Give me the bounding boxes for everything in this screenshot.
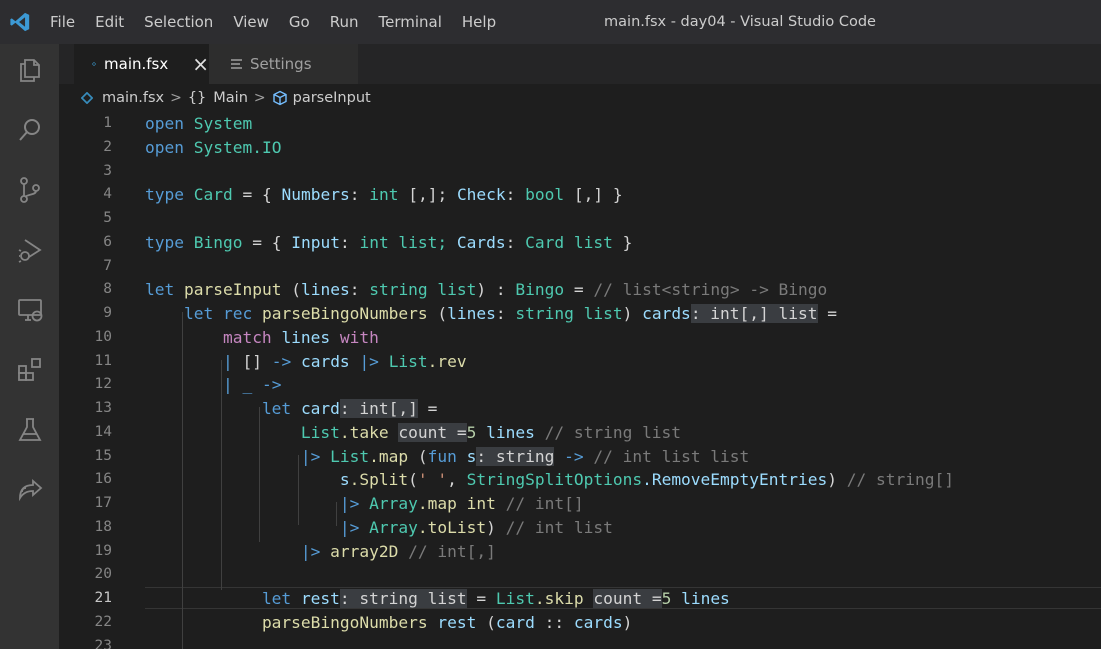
- type-hint: : int[,] list: [690, 304, 818, 323]
- source-control-icon[interactable]: [0, 166, 59, 214]
- parameter-hint: count =: [593, 589, 662, 608]
- code-line[interactable]: let rec parseBingoNumbers (lines: string…: [184, 302, 837, 326]
- vscode-logo-icon[interactable]: [0, 0, 40, 44]
- code-line[interactable]: |> Array.toList) // int list: [340, 516, 613, 540]
- code-line[interactable]: let card: int[,] =: [262, 397, 437, 421]
- menu-run[interactable]: Run: [320, 0, 369, 44]
- type-hint: : int[,]: [339, 399, 418, 418]
- tab-bar: main.fsx × Settings: [59, 44, 1101, 84]
- line-number: 9: [103, 305, 112, 321]
- line-number: 11: [94, 352, 112, 369]
- menu-bar: File Edit Selection View Go Run Terminal…: [40, 0, 506, 44]
- line-number: 19: [94, 542, 112, 559]
- line-number-gutter: 1 2 3 4 5 6 7 8 9 10 11 12 13 14 15 16 1…: [59, 112, 123, 649]
- line-number: 15: [94, 447, 112, 464]
- extensions-icon[interactable]: [0, 346, 59, 394]
- code-line[interactable]: type Bingo = { Input: int list; Cards: C…: [145, 231, 632, 255]
- code-line[interactable]: List.take count =5 lines // string list: [301, 421, 681, 445]
- parameter-hint: count =: [398, 422, 467, 442]
- code-line[interactable]: s.Split(' ', StringSplitOptions.RemoveEm…: [340, 468, 954, 492]
- code-editor[interactable]: 1 2 3 4 5 6 7 8 9 10 11 12 13 14 15 16 1…: [59, 112, 1101, 649]
- line-number: 18: [94, 518, 112, 535]
- menu-edit[interactable]: Edit: [85, 0, 134, 44]
- settings-file-icon: [231, 59, 242, 69]
- line-number: 1: [103, 115, 112, 131]
- menu-terminal[interactable]: Terminal: [369, 0, 452, 44]
- window-title: main.fsx - day04 - Visual Studio Code: [604, 14, 876, 30]
- menu-file[interactable]: File: [40, 0, 85, 44]
- fsharp-file-icon: [92, 61, 97, 67]
- breadcrumb: main.fsx > {} Main > parseInput: [59, 84, 1101, 112]
- line-number: 12: [94, 376, 112, 393]
- menu-selection[interactable]: Selection: [134, 0, 223, 44]
- line-number: 8: [103, 281, 112, 298]
- activity-bar: [0, 44, 59, 649]
- tab-settings[interactable]: Settings: [209, 44, 358, 84]
- line-number: 21: [94, 590, 112, 606]
- indent-guide: [221, 360, 222, 590]
- line-number: 4: [103, 186, 112, 203]
- remote-explorer-icon[interactable]: [0, 286, 59, 334]
- menu-view[interactable]: View: [223, 0, 279, 44]
- line-number: 23: [94, 637, 112, 649]
- code-line[interactable]: let parseInput (lines: string list) : Bi…: [145, 278, 827, 302]
- line-number: 3: [103, 162, 112, 179]
- menu-help[interactable]: Help: [452, 0, 506, 44]
- breadcrumb-separator: >: [253, 90, 266, 106]
- breadcrumb-file[interactable]: main.fsx: [81, 90, 164, 106]
- line-number: 5: [103, 210, 112, 226]
- code-line[interactable]: |> List.map (fun s: string -> // int lis…: [301, 445, 749, 469]
- code-line[interactable]: |> Array.map int // int[]: [340, 492, 584, 516]
- breadcrumb-namespace[interactable]: {} Main: [188, 90, 248, 106]
- code-line[interactable]: | [] -> cards |> List.rev: [223, 350, 467, 374]
- line-number: 13: [94, 400, 112, 416]
- breadcrumb-symbol[interactable]: parseInput: [272, 90, 371, 106]
- code-line[interactable]: match lines with: [223, 326, 379, 350]
- code-line[interactable]: parseBingoNumbers rest (card :: cards): [262, 611, 632, 635]
- indent-guide: [182, 312, 183, 649]
- type-hint: : string list: [339, 589, 467, 608]
- type-hint: : string: [476, 446, 555, 466]
- indent-guide: [336, 502, 337, 526]
- code-line-current[interactable]: let rest: string list = List.skip count …: [262, 587, 730, 611]
- code-line[interactable]: | _ ->: [223, 373, 282, 397]
- tab-label: Settings: [250, 55, 312, 73]
- tab-main-fsx[interactable]: main.fsx ×: [74, 44, 209, 84]
- line-number: 2: [103, 138, 112, 155]
- line-number: 6: [103, 233, 112, 250]
- fsharp-file-icon: [81, 92, 93, 104]
- method-cube-icon: [272, 90, 287, 106]
- code-line[interactable]: open System: [145, 112, 252, 136]
- indent-guide: [259, 407, 260, 542]
- line-number: 20: [94, 566, 112, 583]
- tab-close-icon[interactable]: ×: [192, 52, 209, 76]
- namespace-icon: {}: [187, 90, 207, 106]
- run-debug-icon[interactable]: [0, 226, 59, 274]
- line-number: 17: [94, 495, 112, 511]
- explorer-icon[interactable]: [0, 46, 59, 94]
- live-share-icon[interactable]: [0, 466, 59, 514]
- code-line[interactable]: type Card = { Numbers: int [,]; Check: b…: [145, 183, 623, 207]
- line-number: 7: [103, 257, 112, 274]
- tab-label: main.fsx: [104, 55, 169, 73]
- code-line[interactable]: |> array2D // int[,]: [301, 540, 496, 564]
- line-number: 16: [94, 471, 112, 488]
- breadcrumb-separator: >: [170, 90, 182, 106]
- title-bar: File Edit Selection View Go Run Terminal…: [0, 0, 1101, 44]
- menu-go[interactable]: Go: [279, 0, 320, 44]
- line-number: 22: [94, 613, 112, 630]
- indent-guide: [298, 455, 299, 525]
- code-line[interactable]: open System.IO: [145, 136, 281, 160]
- search-icon[interactable]: [0, 106, 59, 154]
- line-number: 14: [94, 423, 112, 440]
- testing-icon[interactable]: [0, 406, 59, 454]
- line-number: 10: [94, 328, 112, 345]
